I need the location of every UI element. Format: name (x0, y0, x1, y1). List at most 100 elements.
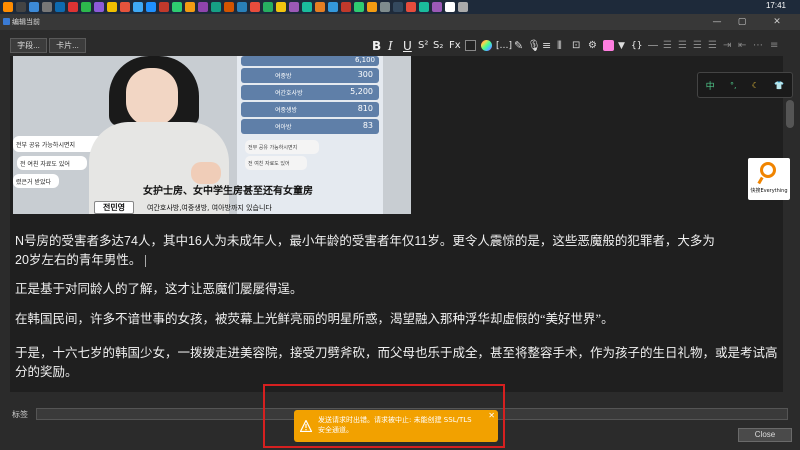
start-icon[interactable] (3, 2, 13, 12)
paragraph-3[interactable]: 在韩国民间，许多不谙世事的女孩，被荧幕上光鲜亮丽的明星所惑，渴望融入那种浮华却虚… (15, 310, 780, 329)
app-icon-11[interactable] (146, 2, 156, 12)
text-color-icon[interactable] (465, 40, 476, 51)
minimize-button[interactable]: — (706, 14, 728, 30)
moon-icon[interactable]: ☾ (752, 81, 759, 90)
app-icon-14[interactable] (185, 2, 195, 12)
cards-button[interactable]: 卡片... (49, 38, 86, 53)
stylize-icon[interactable]: ⚙ (588, 40, 597, 51)
editor-field[interactable]: 전부 공유 가능하시면지 전 여친 자료도 있어 렸은거 받았다 6,100 여… (10, 56, 783, 392)
maximize-button[interactable]: ▢ (731, 14, 753, 30)
app-icon-20[interactable] (263, 2, 273, 12)
app-icon-4[interactable] (55, 2, 65, 12)
app-icon-2[interactable] (29, 2, 39, 12)
app-icon-33[interactable] (432, 2, 442, 12)
app-icon-6[interactable] (81, 2, 91, 12)
code-icon[interactable]: ⊡ (572, 40, 580, 51)
app-icon-16[interactable] (211, 2, 221, 12)
app-icon-18[interactable] (237, 2, 247, 12)
presenter-face (126, 68, 178, 126)
more-icon[interactable]: ⋯ (753, 40, 763, 51)
app-icon-12[interactable] (159, 2, 169, 12)
attach-icon[interactable]: ✎ (514, 39, 523, 52)
close-window-button[interactable]: ✕ (766, 14, 788, 30)
app-icon-19[interactable] (250, 2, 260, 12)
app-icon-29[interactable] (380, 2, 390, 12)
app-icon-15[interactable] (198, 2, 208, 12)
chevron-down-icon[interactable]: ▼ (618, 41, 625, 51)
close-button[interactable]: Close (738, 428, 792, 442)
app-icon-28[interactable] (367, 2, 377, 12)
app-icon-8[interactable] (107, 2, 117, 12)
skin-icon[interactable]: 👕 (774, 81, 784, 90)
app-icon-24[interactable] (315, 2, 325, 12)
room-card: 전 여친 자료도 있어 (245, 156, 307, 170)
chat-bubble: 전부 공유 가능하시면지 (13, 136, 103, 152)
room-row: 여중생방 810 (241, 102, 379, 117)
chat-bubble: 렸은거 받았다 (13, 174, 59, 188)
outdent-icon[interactable]: ⇤ (738, 40, 746, 51)
paragraph-4[interactable]: 于是，十六七岁的韩国少女，一拨拨走进美容院，接受刀劈斧砍，而父母也乐于成全，甚至… (15, 344, 780, 382)
everything-search-widget[interactable]: 快搜Everything (748, 158, 790, 200)
app-icon-9[interactable] (120, 2, 130, 12)
ime-language-toggle[interactable]: 中 (706, 79, 715, 92)
paragraph-1[interactable]: N号房的受害者多达74人，其中16人为未成年人，最小年龄的受害者年仅11岁。更令… (15, 232, 780, 270)
app-icon-35[interactable] (458, 2, 468, 12)
app-icon-3[interactable] (42, 2, 52, 12)
app-icon-31[interactable] (406, 2, 416, 12)
justify-icon[interactable]: ☰ (708, 40, 717, 51)
app-icon-1[interactable] (16, 2, 26, 12)
record-audio-icon[interactable]: 🎙 (527, 39, 541, 52)
system-clock: 17:41 (765, 1, 786, 10)
app-icon-23[interactable] (302, 2, 312, 12)
ime-punctuation-toggle[interactable]: °, (730, 81, 737, 90)
underline-button[interactable]: U (403, 40, 412, 52)
app-icon-30[interactable] (393, 2, 403, 12)
app-icon-25[interactable] (328, 2, 338, 12)
toolbar-end-icon[interactable]: ≡ (770, 40, 778, 51)
app-icon-7[interactable] (94, 2, 104, 12)
list-icon[interactable]: ≡ (542, 39, 551, 52)
app-icon-21[interactable] (276, 2, 286, 12)
window-titlebar: 编辑当前 — ▢ ✕ (0, 14, 800, 30)
toast-message: 发送请求时出错。请求被中止: 未能创建 SSL/TLS 安全通道。 (318, 416, 472, 434)
app-icon-26[interactable] (341, 2, 351, 12)
brackets-button[interactable]: {} (631, 40, 642, 52)
scrollbar-thumb[interactable] (786, 100, 794, 128)
clear-format-button[interactable]: Fx (449, 40, 461, 52)
divider-icon (648, 45, 658, 46)
background-color-icon[interactable] (603, 40, 614, 51)
app-icon-32[interactable] (419, 2, 429, 12)
chat-bubble: 전 여친 자료도 있어 (17, 156, 87, 170)
magnifier-icon (760, 162, 776, 178)
app-icon-10[interactable] (133, 2, 143, 12)
room-row: 여아방 83 (241, 119, 379, 134)
align-left-icon[interactable]: ☰ (663, 40, 672, 51)
ime-toolbar: 中 °, ☾ 👕 (697, 72, 793, 98)
align-right-icon[interactable]: ☰ (693, 40, 702, 51)
superscript-button[interactable]: S² (418, 40, 428, 52)
app-icon-22[interactable] (289, 2, 299, 12)
room-row: 여간호사방 5,200 (241, 85, 379, 100)
room-card: 전부 공유 가능하시면지 (245, 140, 319, 154)
subscript-button[interactable]: S₂ (433, 40, 443, 52)
indent-icon[interactable]: ⇥ (723, 40, 731, 51)
toast-close-icon[interactable]: ✕ (488, 411, 495, 420)
bold-button[interactable]: B (372, 40, 381, 52)
align-center-icon[interactable]: ☰ (678, 40, 687, 51)
paragraph-2[interactable]: 正是基于对同龄人的了解，这才让恶魔们屡屡得逞。 (15, 280, 780, 299)
app-icon-34[interactable] (445, 2, 455, 12)
app-icon-5[interactable] (68, 2, 78, 12)
speaker-name-tag: 전민영 (94, 201, 134, 214)
system-taskbar: 17:41 (0, 0, 800, 14)
app-icon-27[interactable] (354, 2, 364, 12)
app-icon-17[interactable] (224, 2, 234, 12)
cloze-button[interactable]: […] (496, 40, 512, 52)
italic-button[interactable]: I (388, 40, 393, 52)
table-icon[interactable]: ⦀ (557, 39, 562, 53)
app-icon-13[interactable] (172, 2, 182, 12)
highlight-color-icon[interactable] (481, 40, 492, 51)
editor-scrollbar[interactable] (783, 56, 797, 392)
chinese-subtitle: 女护士房、女中学生房甚至还有女童房 (143, 186, 313, 197)
error-toast: 发送请求时出错。请求被中止: 未能创建 SSL/TLS 安全通道。 ✕ (294, 410, 498, 442)
fields-button[interactable]: 字段... (10, 38, 47, 53)
